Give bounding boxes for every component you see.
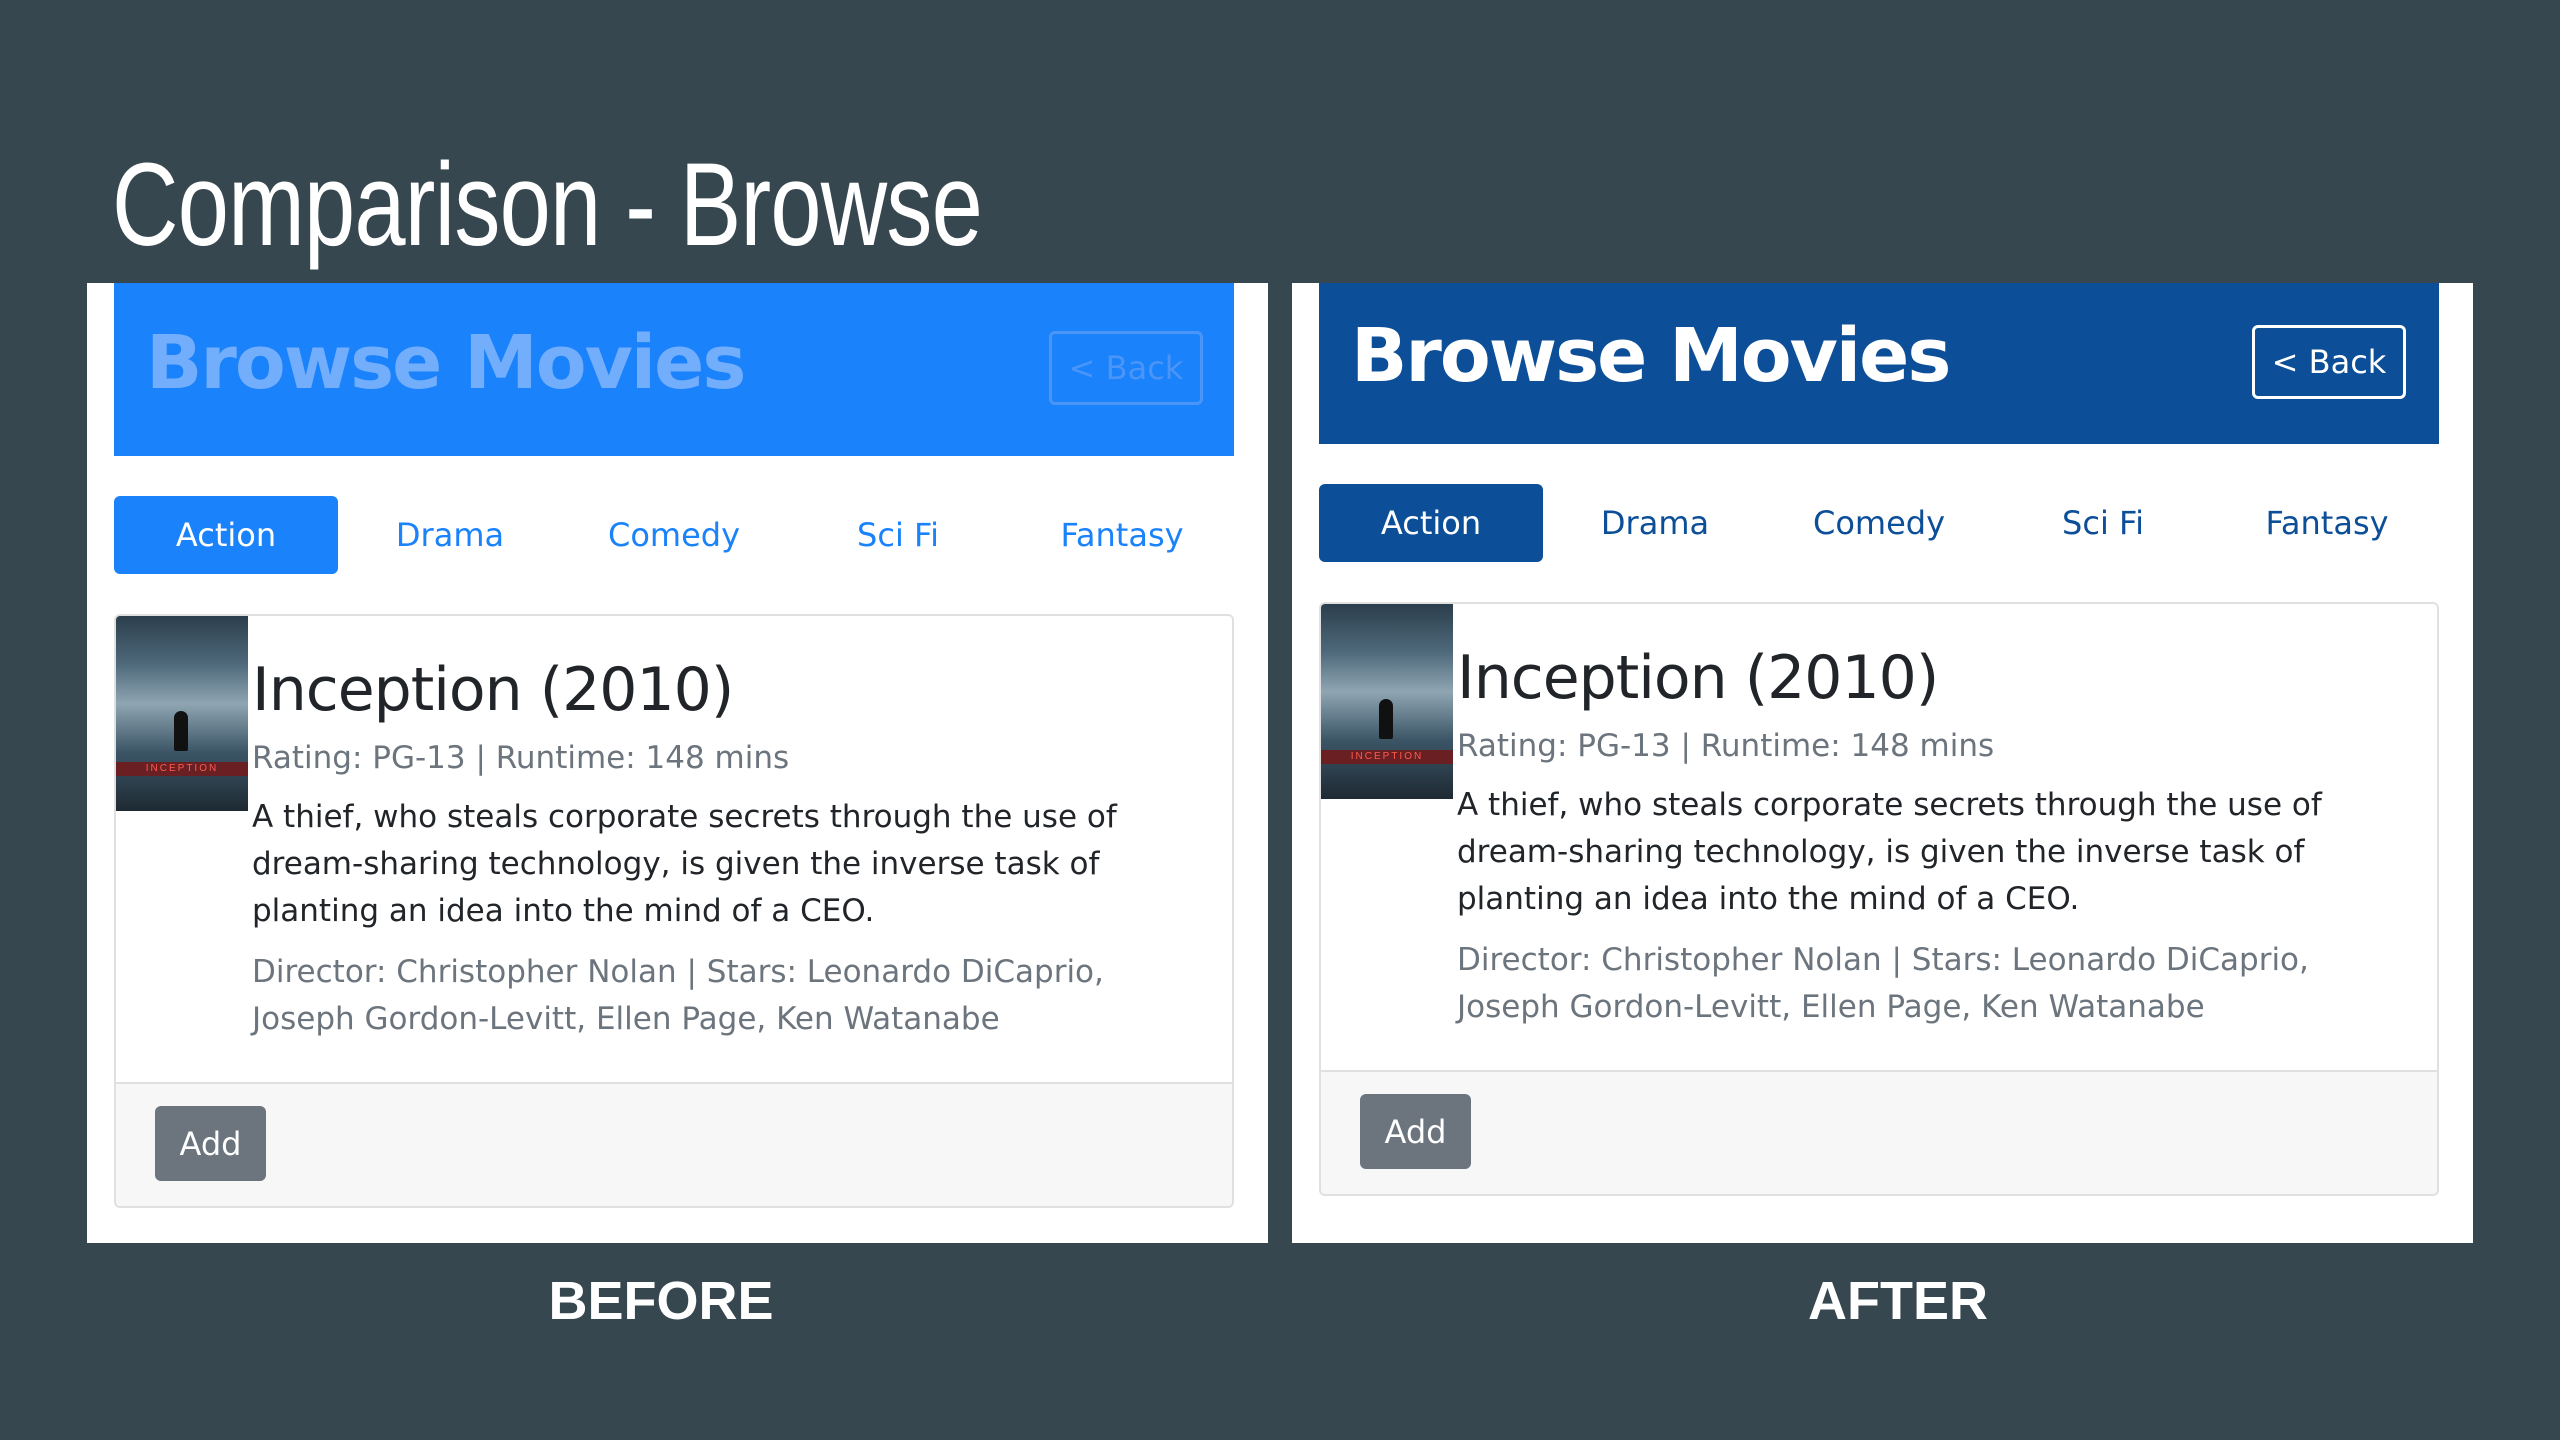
tab-action[interactable]: Action	[1319, 484, 1543, 562]
app-header: Browse Movies < Back	[1319, 283, 2439, 444]
back-button[interactable]: < Back	[1049, 331, 1203, 405]
movie-meta: Rating: PG-13 | Runtime: 148 mins	[1457, 728, 1995, 764]
tab-sci-fi[interactable]: Sci Fi	[1991, 484, 2215, 562]
movie-title: Inception (2010)	[1457, 643, 1939, 713]
tab-comedy[interactable]: Comedy	[1767, 484, 1991, 562]
tab-sci-fi[interactable]: Sci Fi	[786, 496, 1010, 574]
poster-figure	[1379, 699, 1393, 739]
movie-meta: Rating: PG-13 | Runtime: 148 mins	[252, 740, 790, 776]
movie-plot: A thief, who steals corporate secrets th…	[1457, 787, 2322, 917]
movie-card-body: Inception (2010) Rating: PG-13 | Runtime…	[1457, 642, 2407, 1031]
after-caption: AFTER	[1808, 1271, 1988, 1331]
movie-card: INCEPTION Inception (2010) Rating: PG-13…	[114, 614, 1234, 1208]
page-title: Browse Movies	[146, 320, 746, 406]
tab-fantasy[interactable]: Fantasy	[1010, 496, 1234, 574]
genre-tabs: Action Drama Comedy Sci Fi Fantasy	[114, 496, 1234, 574]
after-screenshot-panel: Browse Movies < Back Action Drama Comedy…	[1292, 283, 2473, 1243]
tab-drama[interactable]: Drama	[338, 496, 562, 574]
movie-poster-image: INCEPTION	[1321, 604, 1453, 799]
add-button[interactable]: Add	[155, 1106, 266, 1181]
movie-poster-image: INCEPTION	[116, 616, 248, 811]
before-screenshot-panel: Browse Movies < Back Action Drama Comedy…	[87, 283, 1268, 1243]
movie-plot: A thief, who steals corporate secrets th…	[252, 799, 1117, 929]
movie-credits: Director: Christopher Nolan | Stars: Leo…	[252, 954, 1104, 1037]
tab-action[interactable]: Action	[114, 496, 338, 574]
app-header: Browse Movies < Back	[114, 283, 1234, 456]
slide-title: Comparison - Browse	[112, 139, 983, 271]
back-button[interactable]: < Back	[2252, 325, 2406, 399]
movie-card-footer: Add	[1321, 1070, 2437, 1194]
movie-credits: Director: Christopher Nolan | Stars: Leo…	[1457, 942, 2309, 1025]
tab-drama[interactable]: Drama	[1543, 484, 1767, 562]
movie-card-body: Inception (2010) Rating: PG-13 | Runtime…	[252, 654, 1202, 1043]
tab-comedy[interactable]: Comedy	[562, 496, 786, 574]
movie-card: INCEPTION Inception (2010) Rating: PG-13…	[1319, 602, 2439, 1196]
poster-title-text: INCEPTION	[145, 763, 219, 774]
add-button[interactable]: Add	[1360, 1094, 1471, 1169]
poster-figure	[174, 711, 188, 751]
before-caption: BEFORE	[548, 1271, 774, 1331]
movie-title: Inception (2010)	[252, 655, 734, 725]
poster-title-text: INCEPTION	[1350, 751, 1424, 762]
movie-card-footer: Add	[116, 1082, 1232, 1206]
tab-fantasy[interactable]: Fantasy	[2215, 484, 2439, 562]
page-title: Browse Movies	[1351, 313, 1951, 399]
genre-tabs: Action Drama Comedy Sci Fi Fantasy	[1319, 484, 2439, 562]
